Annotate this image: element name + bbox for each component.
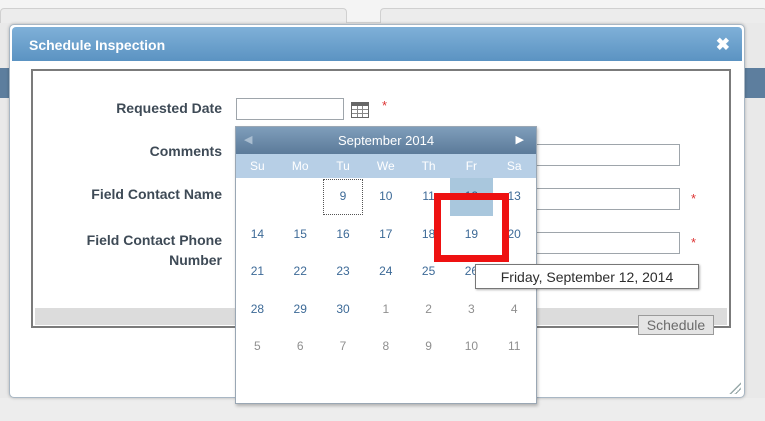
field-contact-phone-label-line1: Field Contact Phone (86, 232, 222, 248)
required-marker: * (382, 98, 388, 113)
day-cell[interactable]: 17 (364, 216, 407, 254)
selected-date-highlight-box (434, 193, 509, 262)
dialog-titlebar[interactable]: Schedule Inspection ✖ (12, 27, 742, 61)
day-cell-next-month[interactable]: 9 (407, 328, 450, 366)
background-tab (0, 8, 347, 23)
day-cell-next-month[interactable]: 3 (450, 291, 493, 329)
day-cell-next-month[interactable]: 1 (364, 291, 407, 329)
date-tooltip: Friday, September 12, 2014 (475, 264, 699, 289)
weekday-label: Mo (291, 159, 309, 173)
day-cell[interactable]: 28 (236, 291, 279, 329)
day-cell[interactable]: 22 (279, 253, 322, 291)
day-cell-focused[interactable]: 9 (322, 178, 365, 216)
day-cell-next-month[interactable]: 6 (279, 328, 322, 366)
week-row: 5 6 7 8 9 10 11 (236, 328, 536, 366)
weekday-label: Th (421, 159, 436, 173)
datepicker-month-title: September 2014 (337, 133, 435, 148)
field-contact-phone-label-line2: Number (169, 252, 222, 268)
day-cell[interactable]: 10 (364, 178, 407, 216)
field-contact-phone-label: Field Contact Phone Number (22, 230, 222, 270)
day-cell (279, 178, 322, 216)
comments-input[interactable] (533, 144, 680, 166)
day-cell-next-month[interactable]: 11 (493, 328, 536, 366)
day-cell[interactable]: 23 (322, 253, 365, 291)
required-marker: * (691, 235, 697, 250)
week-row: 28 29 30 1 2 3 4 (236, 291, 536, 329)
dialog-title: Schedule Inspection (29, 37, 166, 53)
field-contact-name-input[interactable] (533, 188, 680, 210)
day-cell-next-month[interactable]: 8 (364, 328, 407, 366)
weekday-header-row: Su Mo Tu We Th Fr Sa (236, 154, 536, 178)
day-cell-next-month[interactable]: 7 (322, 328, 365, 366)
next-month-icon[interactable]: ▶ (516, 133, 524, 146)
day-cell[interactable]: 29 (279, 291, 322, 329)
weekday-label: Tu (336, 159, 350, 173)
schedule-button[interactable]: Schedule (638, 315, 714, 335)
day-cell (236, 178, 279, 216)
day-cell[interactable]: 21 (236, 253, 279, 291)
day-cell[interactable]: 24 (364, 253, 407, 291)
background-tab (380, 8, 765, 23)
required-marker: * (691, 191, 697, 206)
field-contact-name-label: Field Contact Name (91, 186, 222, 202)
weekday-label: Su (250, 159, 265, 173)
datepicker-header: ◀ September 2014 ▶ (236, 127, 536, 154)
resize-grip-icon[interactable] (728, 381, 741, 394)
comments-label: Comments (149, 143, 222, 159)
day-cell-next-month[interactable]: 10 (450, 328, 493, 366)
weekday-label: We (376, 159, 395, 173)
day-cell-next-month[interactable]: 2 (407, 291, 450, 329)
day-cell[interactable]: 30 (322, 291, 365, 329)
weekday-label: Fr (465, 159, 478, 173)
weekday-label: Sa (506, 159, 522, 173)
day-cell[interactable]: 14 (236, 216, 279, 254)
calendar-icon[interactable] (351, 102, 369, 118)
requested-date-input[interactable] (236, 98, 344, 120)
day-cell-next-month[interactable]: 4 (493, 291, 536, 329)
day-cell[interactable]: 16 (322, 216, 365, 254)
requested-date-label: Requested Date (116, 100, 222, 116)
day-cell[interactable]: 15 (279, 216, 322, 254)
close-icon[interactable]: ✖ (716, 35, 730, 55)
field-contact-phone-input[interactable] (533, 232, 680, 254)
day-cell-next-month[interactable]: 5 (236, 328, 279, 366)
